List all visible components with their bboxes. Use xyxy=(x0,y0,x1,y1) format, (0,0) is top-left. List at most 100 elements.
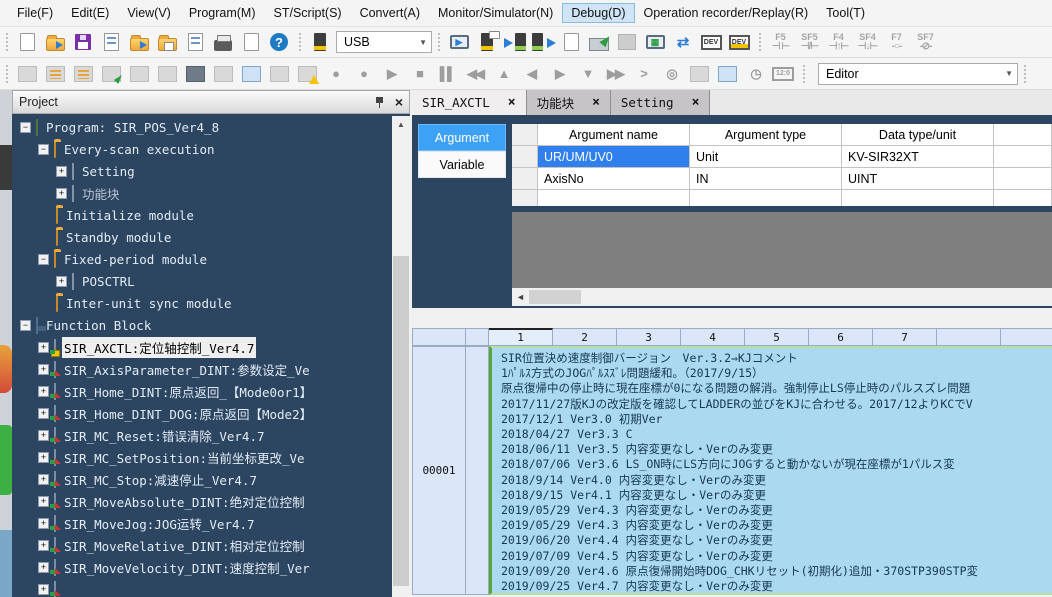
ladder-column-7[interactable]: 7 xyxy=(873,328,937,346)
menu-file-f-[interactable]: File(F) xyxy=(8,3,62,23)
collapse-icon[interactable]: − xyxy=(38,254,49,265)
menu-program-m-[interactable]: Program(M) xyxy=(180,3,265,23)
table-cell[interactable]: KV-SIR32XT xyxy=(842,146,994,168)
toolbar-grip[interactable] xyxy=(3,63,10,85)
expand-icon[interactable]: + xyxy=(38,364,49,375)
skip-end-icon[interactable]: ▶▶ xyxy=(601,61,629,87)
registration-monitor-icon[interactable] xyxy=(181,61,209,87)
tree-item-program[interactable]: −Program: SIR_POS_Ver4_8 xyxy=(12,116,392,138)
record-icon[interactable]: ● xyxy=(321,61,349,87)
online-edit-icon[interactable] xyxy=(613,29,641,55)
expand-icon[interactable]: + xyxy=(56,188,67,199)
tab-close-icon[interactable]: × xyxy=(508,95,516,110)
table-cell[interactable] xyxy=(994,168,1052,190)
tab-sir_axctl[interactable]: SIR_AXCTL× xyxy=(412,90,527,115)
table-cell[interactable] xyxy=(690,190,842,206)
collapse-icon[interactable]: − xyxy=(20,122,31,133)
expand-icon[interactable]: + xyxy=(38,562,49,573)
menu-tool-t-[interactable]: Tool(T) xyxy=(817,3,874,23)
plc-info-icon[interactable] xyxy=(473,29,501,55)
step-down-icon[interactable]: ▼ xyxy=(573,61,601,87)
collapse-icon[interactable]: − xyxy=(20,320,31,331)
hand-tool-icon[interactable] xyxy=(685,61,713,87)
row-selector-cell[interactable] xyxy=(512,146,538,168)
close-icon[interactable]: × xyxy=(395,96,403,108)
tree-item-sir_home_dint_dog[interactable]: +SIR_Home_DINT_DOG:原点返回【Mode2】 xyxy=(12,402,392,424)
expand-icon[interactable]: + xyxy=(38,408,49,419)
rung-comment-block[interactable]: SIR位置決め速度制御バージョン Ver.3.2⇒KJコメント1ﾊﾟﾙｽ方式のJ… xyxy=(489,346,1052,595)
tab--[interactable]: 功能块× xyxy=(527,90,611,115)
plc-connect-icon[interactable] xyxy=(306,29,334,55)
step-back-icon[interactable]: ◀ xyxy=(517,61,545,87)
send-to-plc-icon[interactable] xyxy=(501,29,529,55)
tree-item-sir_mc_reset[interactable]: +SIR_MC_Reset:错误清除_Ver4.7 xyxy=(12,424,392,446)
expand-icon[interactable]: + xyxy=(38,518,49,529)
ladder-column-blank[interactable] xyxy=(1001,328,1052,346)
simulator-icon[interactable]: ▦ xyxy=(641,29,669,55)
new-project-icon[interactable] xyxy=(13,29,41,55)
menu-debug-d-[interactable]: Debug(D) xyxy=(562,3,634,23)
device-batch-monitor-icon[interactable]: DEV xyxy=(725,29,753,55)
check-list-edit-icon[interactable] xyxy=(97,61,125,87)
continue-icon[interactable]: > xyxy=(629,61,657,87)
tree-item-sir_moverelative_dint[interactable]: +SIR_MoveRelative_DINT:相对定位控制 xyxy=(12,534,392,556)
device-monitor-icon[interactable]: DEV xyxy=(697,29,725,55)
read-from-plc-icon[interactable] xyxy=(529,29,557,55)
view-mnemonics-icon[interactable] xyxy=(125,61,153,87)
contact-down-button[interactable]: SF4⊣↓⊢ xyxy=(853,28,882,56)
tree-item-fixed-period-module[interactable]: −Fixed-period module xyxy=(12,248,392,270)
table-cell[interactable] xyxy=(994,146,1052,168)
expand-icon[interactable]: + xyxy=(38,474,49,485)
menu-monitor-simulator-n-[interactable]: Monitor/Simulator(N) xyxy=(429,3,562,23)
ladder-column-1[interactable]: 1 xyxy=(489,328,553,346)
expand-icon[interactable]: + xyxy=(38,386,49,397)
contact-nc-button[interactable]: SF5⊣/⊢ xyxy=(795,28,824,56)
menu-convert-a-[interactable]: Convert(A) xyxy=(351,3,429,23)
expand-icon[interactable]: + xyxy=(38,540,49,551)
pin-icon[interactable] xyxy=(375,96,385,108)
table-cell[interactable]: UINT xyxy=(842,168,994,190)
contact-up-button[interactable]: F4⊣↑⊢ xyxy=(824,28,853,56)
row-selector-cell[interactable] xyxy=(512,190,538,206)
menu-view-v-[interactable]: View(V) xyxy=(118,3,180,23)
stopwatch-icon[interactable]: ◷ xyxy=(741,61,769,87)
scroll-left-icon[interactable]: ◄ xyxy=(512,292,529,302)
table-cell[interactable] xyxy=(994,190,1052,206)
scrollbar-thumb[interactable] xyxy=(529,290,581,304)
verify-icon[interactable] xyxy=(557,29,585,55)
scrollbar-thumb[interactable] xyxy=(393,256,409,586)
rung-number-cell[interactable]: 00001 xyxy=(412,346,466,595)
sync-transfer-icon[interactable]: ⇄ xyxy=(669,29,697,55)
menu-edit-e-[interactable]: Edit(E) xyxy=(62,3,118,23)
tab-close-icon[interactable]: × xyxy=(592,95,600,110)
expand-icon[interactable]: + xyxy=(38,584,49,595)
tree-item-setting[interactable]: +Setting xyxy=(12,160,392,182)
editor-mode-select[interactable]: Editor ▼ xyxy=(818,63,1018,85)
table-cell[interactable] xyxy=(538,190,690,206)
monitor-transfer-icon[interactable]: ▶ xyxy=(445,29,473,55)
time-chart-icon[interactable]: 12:0 xyxy=(769,61,797,87)
edit-tool-icon[interactable] xyxy=(13,61,41,87)
tree-item-sir_movevelocity_dint[interactable]: +SIR_MoveVelocity_DINT:速度控制_Ver xyxy=(12,556,392,578)
expand-icon[interactable]: + xyxy=(56,166,67,177)
argument-table-hscrollbar[interactable]: ◄ xyxy=(512,288,1052,306)
open-project-icon[interactable] xyxy=(41,29,69,55)
toolbar-grip[interactable] xyxy=(3,31,10,53)
ladder-column-5[interactable]: 5 xyxy=(745,328,809,346)
tree-item-standby-module[interactable]: Standby module xyxy=(12,226,392,248)
tree-item-sir_moveabsolute_dint[interactable]: +SIR_MoveAbsolute_DINT:绝对定位控制 xyxy=(12,490,392,512)
coil-not-button[interactable]: SF7-⊘- xyxy=(911,28,940,56)
comm-port-select[interactable]: USB ▼ xyxy=(336,31,432,53)
tree-item-sir_mc_setposition[interactable]: +SIR_MC_SetPosition:当前坐标更改_Ve xyxy=(12,446,392,468)
step-up-icon[interactable]: ▲ xyxy=(489,61,517,87)
tab-setting[interactable]: Setting× xyxy=(611,90,711,115)
tree-item-sir_axctl[interactable]: +SIR_AXCTL:定位轴控制_Ver4.7 xyxy=(12,336,392,358)
coil-out-button[interactable]: F7-○- xyxy=(882,28,911,56)
project-tree-scrollbar[interactable]: ▲ xyxy=(392,116,410,597)
watch-window-icon[interactable] xyxy=(237,61,265,87)
table-cell[interactable] xyxy=(842,190,994,206)
expand-icon[interactable]: + xyxy=(38,430,49,441)
ladder-file-icon[interactable] xyxy=(97,29,125,55)
step-forward-icon[interactable]: ▶ xyxy=(545,61,573,87)
table-cell[interactable]: UR/UM/UV0 xyxy=(538,146,690,168)
